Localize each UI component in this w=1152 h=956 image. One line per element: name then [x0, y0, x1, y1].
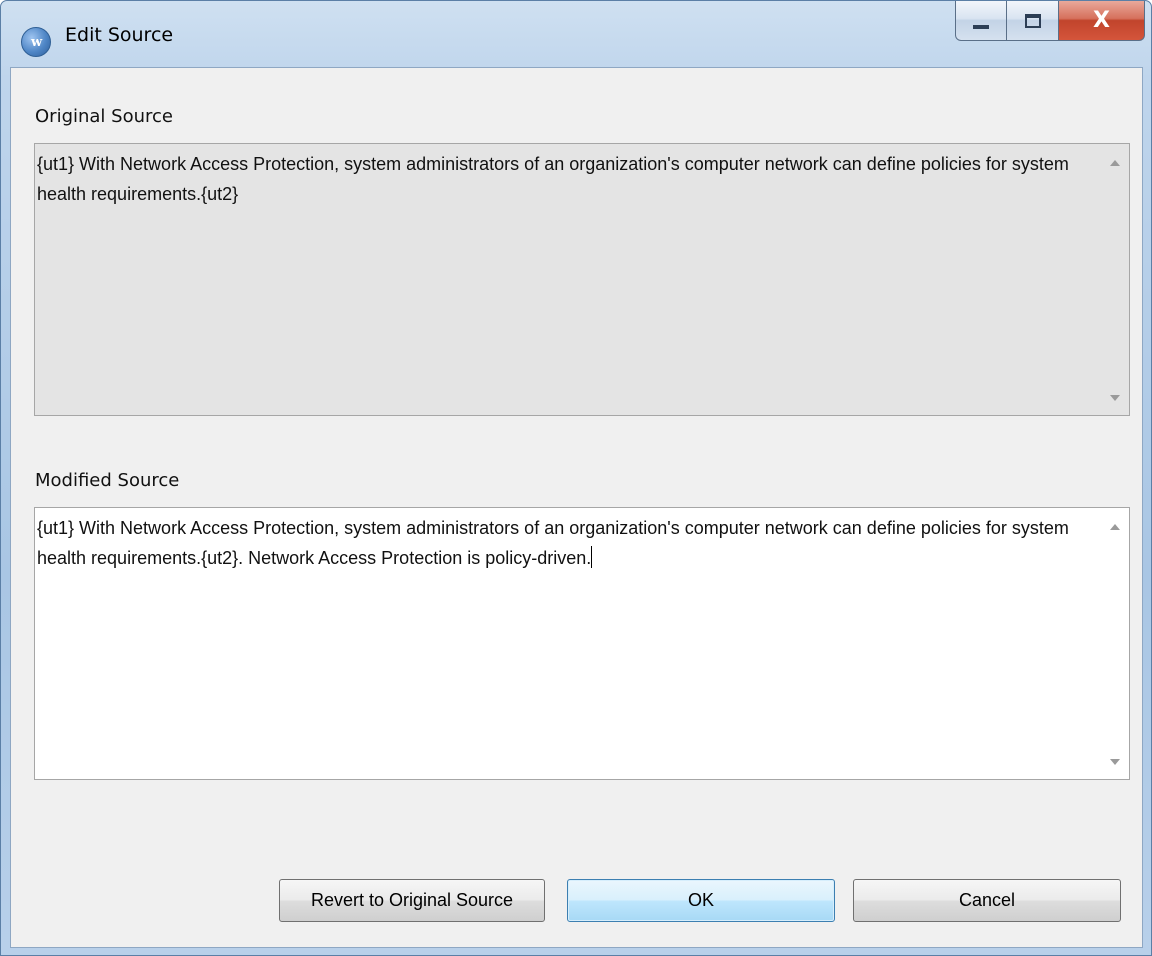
scroll-down-arrow-icon[interactable] [1110, 395, 1120, 401]
revert-button[interactable]: Revert to Original Source [279, 879, 545, 922]
ok-button[interactable]: OK [567, 879, 835, 922]
maximize-button[interactable] [1007, 1, 1059, 41]
original-source-textarea[interactable]: {ut1} With Network Access Protection, sy… [34, 143, 1130, 416]
minimize-button[interactable] [955, 1, 1007, 41]
original-source-scrollbar[interactable] [1102, 145, 1128, 414]
scroll-up-arrow-icon[interactable] [1110, 160, 1120, 166]
close-button[interactable]: X [1059, 1, 1145, 41]
edit-source-dialog: w Edit Source X Original Source {ut1} Wi… [0, 0, 1152, 956]
close-icon: X [1093, 8, 1110, 33]
modified-source-scrollbar[interactable] [1102, 509, 1128, 778]
modified-source-text[interactable]: {ut1} With Network Access Protection, sy… [37, 513, 1097, 573]
maximize-icon [1024, 13, 1041, 28]
dialog-body: Original Source {ut1} With Network Acces… [10, 67, 1143, 948]
scroll-down-arrow-icon[interactable] [1110, 759, 1120, 765]
modified-source-value: {ut1} With Network Access Protection, sy… [37, 518, 1074, 568]
original-source-label: Original Source [35, 106, 173, 127]
modified-source-label: Modified Source [35, 470, 180, 491]
minimize-icon [973, 24, 989, 29]
text-caret [591, 546, 593, 568]
window-controls: X [955, 1, 1145, 43]
app-logo-icon: w [21, 27, 51, 57]
window-title: Edit Source [65, 24, 174, 46]
title-bar[interactable]: w Edit Source X [1, 1, 1151, 67]
scroll-up-arrow-icon[interactable] [1110, 524, 1120, 530]
cancel-button[interactable]: Cancel [853, 879, 1121, 922]
modified-source-textarea[interactable]: {ut1} With Network Access Protection, sy… [34, 507, 1130, 780]
original-source-text: {ut1} With Network Access Protection, sy… [37, 154, 1074, 204]
